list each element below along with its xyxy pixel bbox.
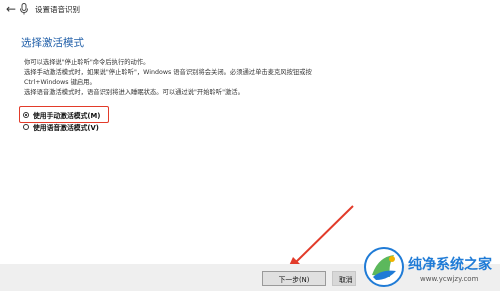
- watermark-name: 纯净系统之家: [408, 257, 492, 273]
- next-button[interactable]: 下一步(N): [262, 271, 326, 286]
- watermark-logo-icon: [364, 247, 404, 287]
- watermark-url: www.ycwjzy.com: [420, 275, 479, 283]
- watermark: 纯净系统之家 www.ycwjzy.com: [358, 244, 500, 291]
- cancel-button[interactable]: 取消: [332, 271, 356, 286]
